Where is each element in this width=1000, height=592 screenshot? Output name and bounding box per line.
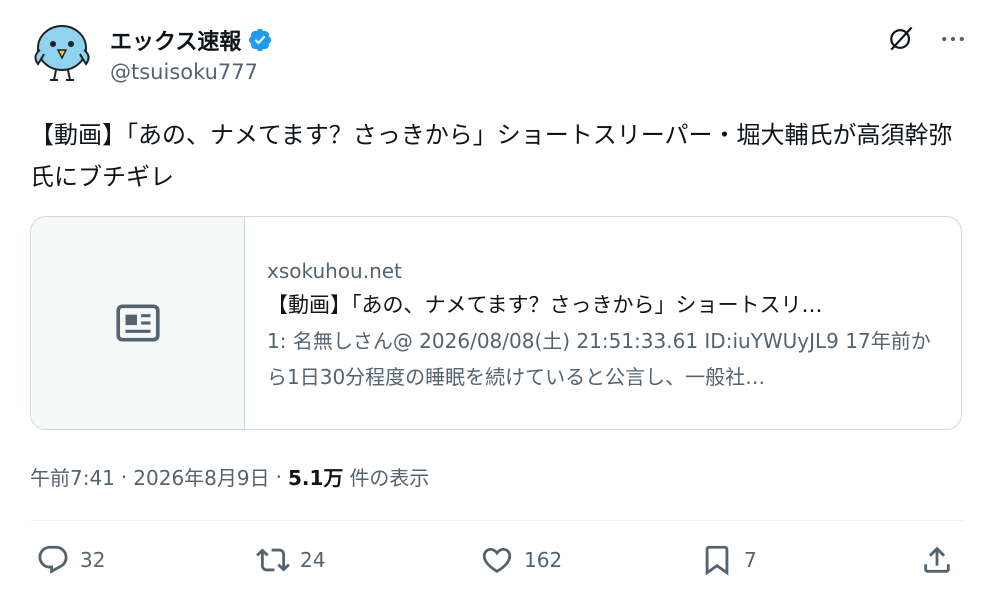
card-domain: xsokuhou.net [267,259,402,283]
card-description: 1: 名無しさん@ 2026/08/08(土) 21:51:33.61 ID:i… [267,329,931,389]
tweet: エックス速報 @tsuisoku777 【動画】「あの、ナメてます？さっきから」… [0,0,1000,592]
tweet-text: 【動画】「あの、ナメてます？さっきから」ショートスリーパー・堀大輔氏が高須幹弥氏… [30,121,953,191]
divider [30,520,965,521]
bookmark-button[interactable]: 7 [700,538,757,582]
share-icon [924,546,950,573]
author-handle[interactable]: @tsuisoku777 [110,60,258,84]
action-bar: 32 24 162 7 [30,538,965,582]
views-count[interactable]: 5.1万 [288,462,343,491]
link-card[interactable]: xsokuhou.net 【動画】「あの、ナメてます？さっきから」ショートスリ…… [30,216,962,430]
repost-button[interactable]: 24 [256,538,325,582]
like-button[interactable]: 162 [480,538,562,582]
tweet-time[interactable]: 午前7:41 [30,462,115,491]
avatar[interactable] [30,20,94,84]
repost-icon [256,548,290,572]
display-name[interactable]: エックス速報 [110,24,241,56]
bird-avatar-icon [34,25,90,81]
grok-button[interactable] [884,22,918,56]
bookmark-count: 7 [744,548,757,572]
card-title: 【動画】「あの、ナメてます？さっきから」ショートスリ… [267,293,823,317]
meta-separator-2: · [275,464,282,489]
bookmark-icon [705,545,729,576]
reply-count: 32 [80,548,106,572]
more-horizontal-icon [942,36,964,42]
heart-icon [482,547,512,573]
views-label: 件の表示 [349,466,430,490]
verified-badge-icon[interactable] [247,27,273,53]
grok-icon [890,26,913,51]
author-name-row: エックス速報 [110,24,273,56]
tweet-meta: 午前7:41 · 2026年8月9日 · 5.1万 件の表示 [30,462,429,491]
share-button[interactable] [920,538,954,582]
card-thumbnail [31,217,245,429]
card-body: xsokuhou.net 【動画】「あの、ナメてます？さっきから」ショートスリ…… [245,217,961,429]
more-options-button[interactable] [936,22,970,56]
reply-icon [38,545,68,574]
like-count: 162 [524,548,563,572]
tweet-date[interactable]: 2026年8月9日 [133,462,269,491]
header-actions [884,22,970,56]
reply-button[interactable]: 32 [36,538,105,582]
meta-separator: · [120,464,128,489]
article-icon [115,304,160,342]
repost-count: 24 [300,548,326,572]
